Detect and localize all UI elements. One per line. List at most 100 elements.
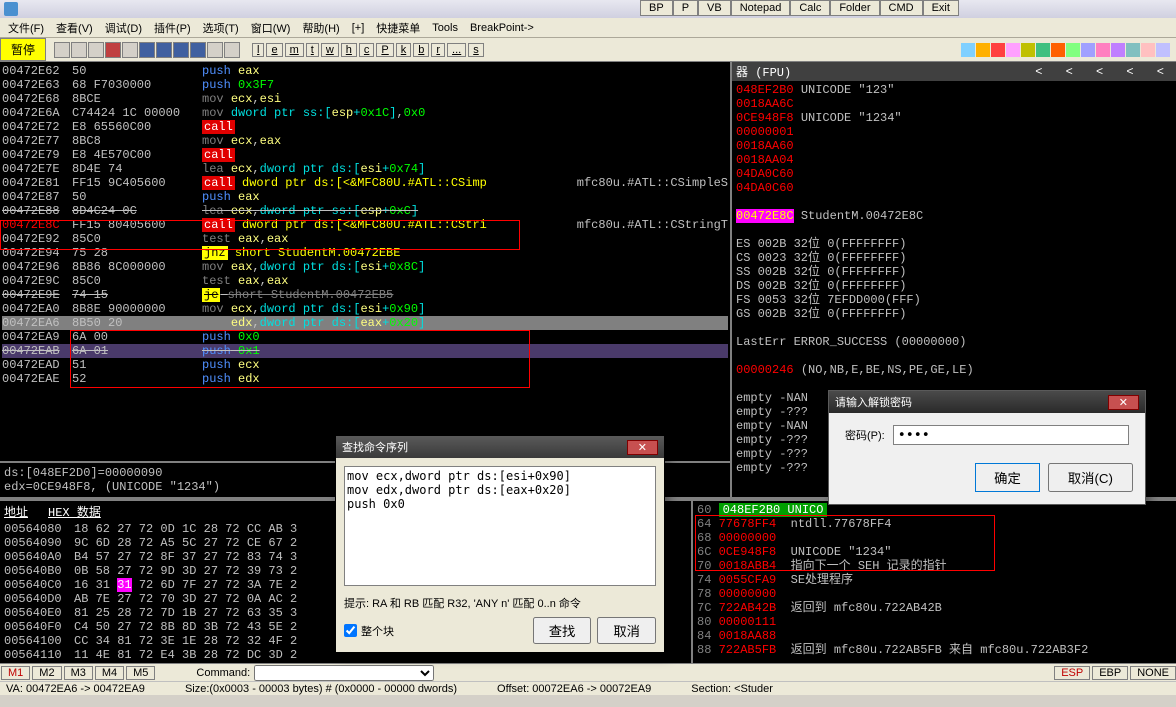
stack-panel[interactable]: 60 048EF2B0 UNICO 64 77678FF4 ntdll.7767… [691, 501, 1176, 663]
letter-button[interactable]: c [359, 43, 375, 57]
menu-item[interactable]: 插件(P) [154, 20, 191, 36]
disasm-row[interactable]: 00472E688BCEmov ecx,esi [2, 92, 728, 106]
run-to-icon[interactable] [190, 42, 206, 58]
pause-button[interactable]: 暂停 [0, 38, 46, 61]
color-swatch[interactable] [991, 43, 1005, 57]
play-icon[interactable] [105, 42, 121, 58]
step-out-icon[interactable] [173, 42, 189, 58]
bp-tab[interactable]: VB [698, 0, 731, 16]
disassembly-panel[interactable]: 00472E6250push eax00472E6368 F7030000pus… [0, 62, 730, 497]
color-swatch[interactable] [961, 43, 975, 57]
find-sequence-input[interactable] [344, 466, 656, 586]
letter-button[interactable]: b [413, 43, 429, 57]
letter-button[interactable]: m [285, 43, 304, 57]
cancel-find-button[interactable]: 取消 [597, 617, 656, 644]
menu-item[interactable]: Tools [432, 22, 458, 34]
disasm-row[interactable]: 00472E6368 F7030000push 0x3F7 [2, 78, 728, 92]
menu-item[interactable]: [+] [352, 22, 365, 34]
bp-tab[interactable]: BP [640, 0, 673, 16]
menu-item[interactable]: 调试(D) [105, 20, 142, 36]
disasm-row[interactable]: 00472E7E8D4E 74lea ecx,dword ptr ds:[esi… [2, 162, 728, 176]
color-swatch[interactable] [1096, 43, 1110, 57]
disasm-row[interactable]: 00472E81FF15 9C405600call dword ptr ds:[… [2, 176, 728, 190]
bp-tab[interactable]: CMD [880, 0, 923, 16]
bp-tab[interactable]: Exit [923, 0, 959, 16]
disasm-row[interactable]: 00472E72E8 65560C00call [2, 120, 728, 134]
stack-row[interactable]: 88 722AB5FB 返回到 mfc80u.722AB5FB 来自 mfc80… [697, 643, 1172, 657]
menu-item[interactable]: 帮助(H) [302, 20, 339, 36]
disasm-row[interactable]: 00472E9C85C0test eax,eax [2, 274, 728, 288]
disasm-row[interactable]: 00472E8750push eax [2, 190, 728, 204]
ebp-tab[interactable]: EBP [1092, 666, 1128, 680]
rewind-icon[interactable] [71, 42, 87, 58]
find-dialog-title-bar[interactable]: 查找命令序列 ✕ [336, 436, 664, 458]
ok-button[interactable]: 确定 [975, 463, 1040, 492]
disasm-row[interactable]: 00472EA68B50 20mov edx,dword ptr ds:[eax… [2, 316, 728, 330]
cancel-button[interactable]: 取消(C) [1048, 463, 1133, 492]
pause-icon[interactable] [122, 42, 138, 58]
stack-row[interactable]: 7C 722AB42B 返回到 mfc80u.722AB42B [697, 601, 1172, 615]
letter-button[interactable]: h [341, 43, 357, 57]
disasm-row[interactable]: 00472E888D4C24 0Clea ecx,dword ptr ss:[e… [2, 204, 728, 218]
color-swatch[interactable] [1036, 43, 1050, 57]
password-input[interactable] [893, 425, 1129, 445]
disasm-row[interactable]: 00472E9E74 15je short StudentM.00472EB5 [2, 288, 728, 302]
none-tab[interactable]: NONE [1130, 666, 1176, 680]
step-over-icon[interactable] [156, 42, 172, 58]
color-swatch[interactable] [1081, 43, 1095, 57]
color-swatch[interactable] [1066, 43, 1080, 57]
color-swatch[interactable] [1006, 43, 1020, 57]
close-icon[interactable]: ✕ [627, 440, 658, 455]
memory-tab[interactable]: M3 [64, 666, 93, 680]
bp-tab[interactable]: P [673, 0, 698, 16]
letter-button[interactable]: P [376, 43, 393, 57]
letter-button[interactable]: s [468, 43, 484, 57]
command-combo[interactable] [254, 665, 434, 681]
whole-block-check-input[interactable] [344, 624, 357, 637]
stack-row[interactable]: 80 00000111 [697, 615, 1172, 629]
bp-tab[interactable]: Notepad [731, 0, 791, 16]
disasm-row[interactable]: 00472E968B86 8C000000mov eax,dword ptr d… [2, 260, 728, 274]
memory-tab[interactable]: M5 [126, 666, 155, 680]
menu-item[interactable]: 选项(T) [203, 20, 239, 36]
menu-item[interactable]: 窗口(W) [251, 20, 291, 36]
stop-icon[interactable] [88, 42, 104, 58]
color-swatch[interactable] [976, 43, 990, 57]
bp-tab[interactable]: Calc [790, 0, 830, 16]
memory-tab[interactable]: M2 [32, 666, 61, 680]
esp-tab[interactable]: ESP [1054, 666, 1090, 680]
color-swatch[interactable] [1021, 43, 1035, 57]
find-button[interactable]: 查找 [533, 617, 592, 644]
bp-tab[interactable]: Folder [830, 0, 879, 16]
disasm-row[interactable]: 00472E778BC8mov ecx,eax [2, 134, 728, 148]
fpu-arrows[interactable]: < < < < < [1035, 65, 1172, 79]
color-swatch[interactable] [1126, 43, 1140, 57]
letter-button[interactable]: k [396, 43, 412, 57]
letter-button[interactable]: l [252, 43, 264, 57]
menu-item[interactable]: 文件(F) [8, 20, 44, 36]
letter-button[interactable]: ... [447, 43, 466, 57]
disasm-row[interactable]: 00472E6250push eax [2, 64, 728, 78]
letter-button[interactable]: w [321, 43, 339, 57]
letter-button[interactable]: r [431, 43, 445, 57]
memory-tab[interactable]: M4 [95, 666, 124, 680]
letter-button[interactable]: t [306, 43, 319, 57]
whole-block-checkbox[interactable]: 整个块 [344, 623, 394, 639]
stack-row[interactable]: 78 00000000 [697, 587, 1172, 601]
disasm-row[interactable]: 00472E6AC74424 1C 00000mov dword ptr ss:… [2, 106, 728, 120]
disasm-row[interactable]: 00472E79E8 4E570C00call [2, 148, 728, 162]
password-title-bar[interactable]: 请输入解锁密码 ✕ [829, 391, 1145, 413]
color-swatch[interactable] [1156, 43, 1170, 57]
letter-button[interactable]: e [266, 43, 282, 57]
color-swatch[interactable] [1141, 43, 1155, 57]
memory-tab[interactable]: M1 [1, 666, 30, 680]
stack-row[interactable]: 84 0018AA88 [697, 629, 1172, 643]
trace2-icon[interactable] [224, 42, 240, 58]
restart-icon[interactable] [54, 42, 70, 58]
color-swatch[interactable] [1111, 43, 1125, 57]
trace-icon[interactable] [207, 42, 223, 58]
stack-row[interactable]: 74 0055CFA9 SE处理程序 [697, 573, 1172, 587]
close-icon[interactable]: ✕ [1108, 395, 1139, 410]
color-swatch[interactable] [1051, 43, 1065, 57]
step-into-icon[interactable] [139, 42, 155, 58]
